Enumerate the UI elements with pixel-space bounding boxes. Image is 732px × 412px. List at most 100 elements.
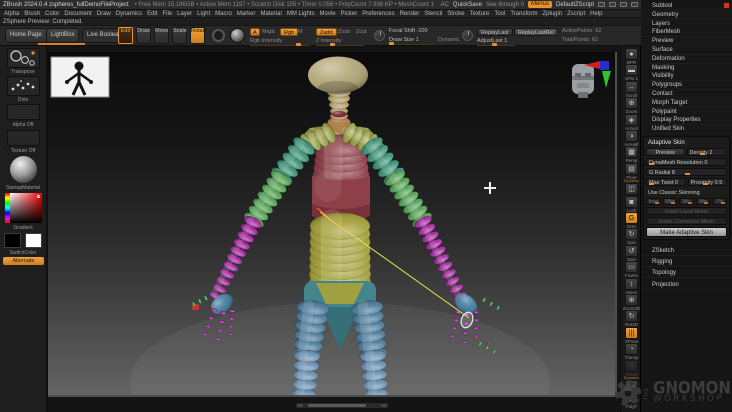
tool-panel-section-unified-skin[interactable]: Unified Skin — [641, 125, 732, 135]
proximity-slider[interactable]: Proximity 0.5 — [687, 178, 727, 186]
menu-macro[interactable]: Macro — [215, 11, 232, 17]
insert-connector-mesh-button[interactable]: Insert Connector Mesh — [646, 217, 727, 225]
menu-zplugin[interactable]: Zplugin — [542, 11, 562, 17]
menu-layer[interactable]: Layer — [177, 11, 192, 17]
alpha-thumbnail[interactable] — [7, 104, 40, 120]
menu-document[interactable]: Document — [64, 11, 91, 17]
home-page-button[interactable]: Home Page — [5, 28, 47, 43]
replay-last-button[interactable]: ReplayLast — [477, 28, 513, 36]
actual-shelf-button[interactable]: ◈ Actual — [621, 113, 642, 131]
canvas-document[interactable] — [48, 52, 617, 397]
screen-layout-icon[interactable] — [598, 2, 605, 7]
move-shelf-button[interactable]: ↕ Move — [621, 277, 642, 295]
scale-mode-button[interactable]: Scale — [172, 27, 187, 44]
menu-file[interactable]: File — [162, 11, 172, 17]
frame-shelf-button[interactable]: ▭ Frame — [621, 261, 642, 278]
canvas-area[interactable] — [47, 46, 620, 412]
menu-stencil[interactable]: Stencil — [424, 11, 442, 17]
tool-panel-section-polygroups[interactable]: Polygroups — [641, 81, 732, 91]
replay-last-rel-button[interactable]: ReplayLastRel — [514, 28, 558, 36]
use-classic-skinning-label[interactable]: Use Classic Skinning — [646, 190, 700, 196]
menu-color[interactable]: Color — [45, 11, 59, 17]
material-sphere-icon[interactable] — [230, 28, 245, 43]
menu-stroke[interactable]: Stroke — [447, 11, 464, 17]
zoom-shelf-button[interactable]: ⊕ Zoom — [621, 97, 642, 114]
menu-picker[interactable]: Picker — [341, 11, 358, 17]
menu-light[interactable]: Light — [197, 11, 210, 17]
m-toggle[interactable]: M — [298, 29, 303, 35]
mrgb-toggle[interactable]: Mrgb — [262, 29, 275, 35]
tool-panel-section-contact[interactable]: Contact — [641, 90, 732, 99]
zcut-toggle[interactable]: Zcut — [356, 29, 367, 35]
canvas-scrollbar[interactable] — [296, 403, 388, 408]
menu-zscript[interactable]: Zscript — [567, 11, 585, 17]
zoom3d-shelf-button[interactable]: ⊕ Zoom3D — [621, 294, 642, 311]
tablet-icon[interactable] — [620, 2, 627, 7]
menu-transform[interactable]: Transform — [510, 11, 537, 17]
material-thumbnail[interactable] — [10, 156, 37, 183]
quicksave-button[interactable]: QuickSave — [453, 2, 482, 8]
default-zscript-button[interactable]: DefaultZScript — [556, 2, 594, 8]
menu-draw[interactable]: Draw — [97, 11, 111, 17]
menu-dynamics[interactable]: Dynamics — [116, 11, 142, 17]
persp-shelf-button[interactable]: ▦ Persp — [621, 146, 642, 163]
screen-layout2-icon[interactable] — [609, 2, 616, 7]
g-radial-slider[interactable]: G Radial 8 — [646, 168, 727, 176]
zadd-toggle[interactable]: Zadd — [316, 28, 337, 36]
tool-panel-section-polypaint[interactable]: Polypaint — [641, 107, 732, 117]
classic-option-mc[interactable]: Mc — [679, 198, 694, 205]
rot3d-shelf-button[interactable]: ↻ Rot3D — [621, 310, 642, 327]
adaptive-skin-title[interactable]: Adaptive Skin — [648, 140, 727, 146]
density-slider[interactable]: Density 2 — [686, 148, 727, 156]
pen-icon[interactable] — [631, 2, 638, 7]
menu-material[interactable]: Material — [261, 11, 282, 17]
replay-knob[interactable] — [462, 30, 473, 41]
menu-help[interactable]: Help — [590, 11, 602, 17]
tool-panel-section-fibermesh[interactable]: FiberMesh — [641, 28, 732, 38]
bpr-shelf-button[interactable]: ● BPR — [621, 48, 642, 65]
current-tool-thumbnail[interactable] — [7, 48, 40, 68]
saturation-value-square[interactable] — [10, 193, 42, 223]
classic-option-ires[interactable]: Ires — [646, 198, 661, 205]
tool-panel-section-rigging[interactable]: Rigging — [641, 257, 732, 268]
secondary-color-swatch[interactable] — [25, 233, 42, 248]
draw-mode-button[interactable]: Draw — [136, 27, 151, 44]
rgb-toggle[interactable]: Rgb — [280, 28, 299, 36]
max-twist-slider[interactable]: Max Twist 0 — [646, 178, 686, 186]
see-through-slider[interactable]: See-through 0 — [486, 2, 524, 8]
xpose-shelf-button[interactable]: ||| XPose — [621, 326, 642, 344]
spin-shelf-button[interactable]: ↺ Spin — [621, 244, 642, 262]
spin-shelf-button[interactable]: ↻ Spin — [621, 228, 642, 245]
scrollbar-handle[interactable] — [308, 404, 366, 407]
tool-panel-section-display-properties[interactable]: Display Properties — [641, 116, 732, 126]
menu-tool[interactable]: Tool — [494, 11, 505, 17]
tool-panel-section-preview[interactable]: Preview — [641, 37, 732, 47]
tool-panel-section-geometry[interactable]: Geometry — [641, 10, 732, 20]
classic-option-mbr[interactable]: Mbr — [662, 198, 678, 205]
menu-mm-lights[interactable]: MM Lights — [287, 11, 315, 17]
polyf-shelf-button[interactable]: ▦ PolyF — [621, 392, 642, 409]
menus-button[interactable]: Menus — [527, 1, 552, 8]
menu-preferences[interactable]: Preferences — [362, 11, 394, 17]
zsub-toggle[interactable]: Zsub — [338, 29, 350, 35]
tool-panel-section-subtool[interactable]: Subtool — [641, 2, 732, 11]
rotate-mode-button[interactable]: Rotate — [190, 27, 207, 44]
tool-panel-section-deformation[interactable]: Deformation — [641, 54, 732, 64]
color-picker[interactable] — [5, 193, 42, 223]
adaptive-preview-button[interactable]: Preview — [646, 148, 685, 156]
dynamesh-resolution-slider[interactable]: DynaMesh Resolution 0 — [646, 158, 727, 166]
classic-option-pd[interactable]: Pd — [712, 198, 727, 205]
lock-shelf-button[interactable]: ◙ Lock — [621, 195, 642, 213]
classic-option-mp[interactable]: Mp — [695, 198, 711, 205]
grey-shelf-button[interactable]: G Grey — [621, 212, 642, 229]
make-adaptive-skin-button[interactable]: Make Adaptive Skin — [646, 227, 727, 237]
menu-marker[interactable]: Marker — [237, 11, 256, 17]
camera-head-indicator[interactable] — [572, 64, 594, 98]
insert-local-mesh-button[interactable]: Insert Local Mesh — [646, 207, 727, 215]
stroke-thumbnail[interactable] — [7, 76, 40, 96]
menu-render[interactable]: Render — [400, 11, 420, 17]
tool-panel-section-projection[interactable]: Projection — [641, 280, 732, 290]
texture-thumbnail[interactable] — [7, 130, 40, 146]
tool-panel-section-topology[interactable]: Topology — [641, 268, 732, 279]
main-color-swatch[interactable] — [4, 233, 21, 248]
